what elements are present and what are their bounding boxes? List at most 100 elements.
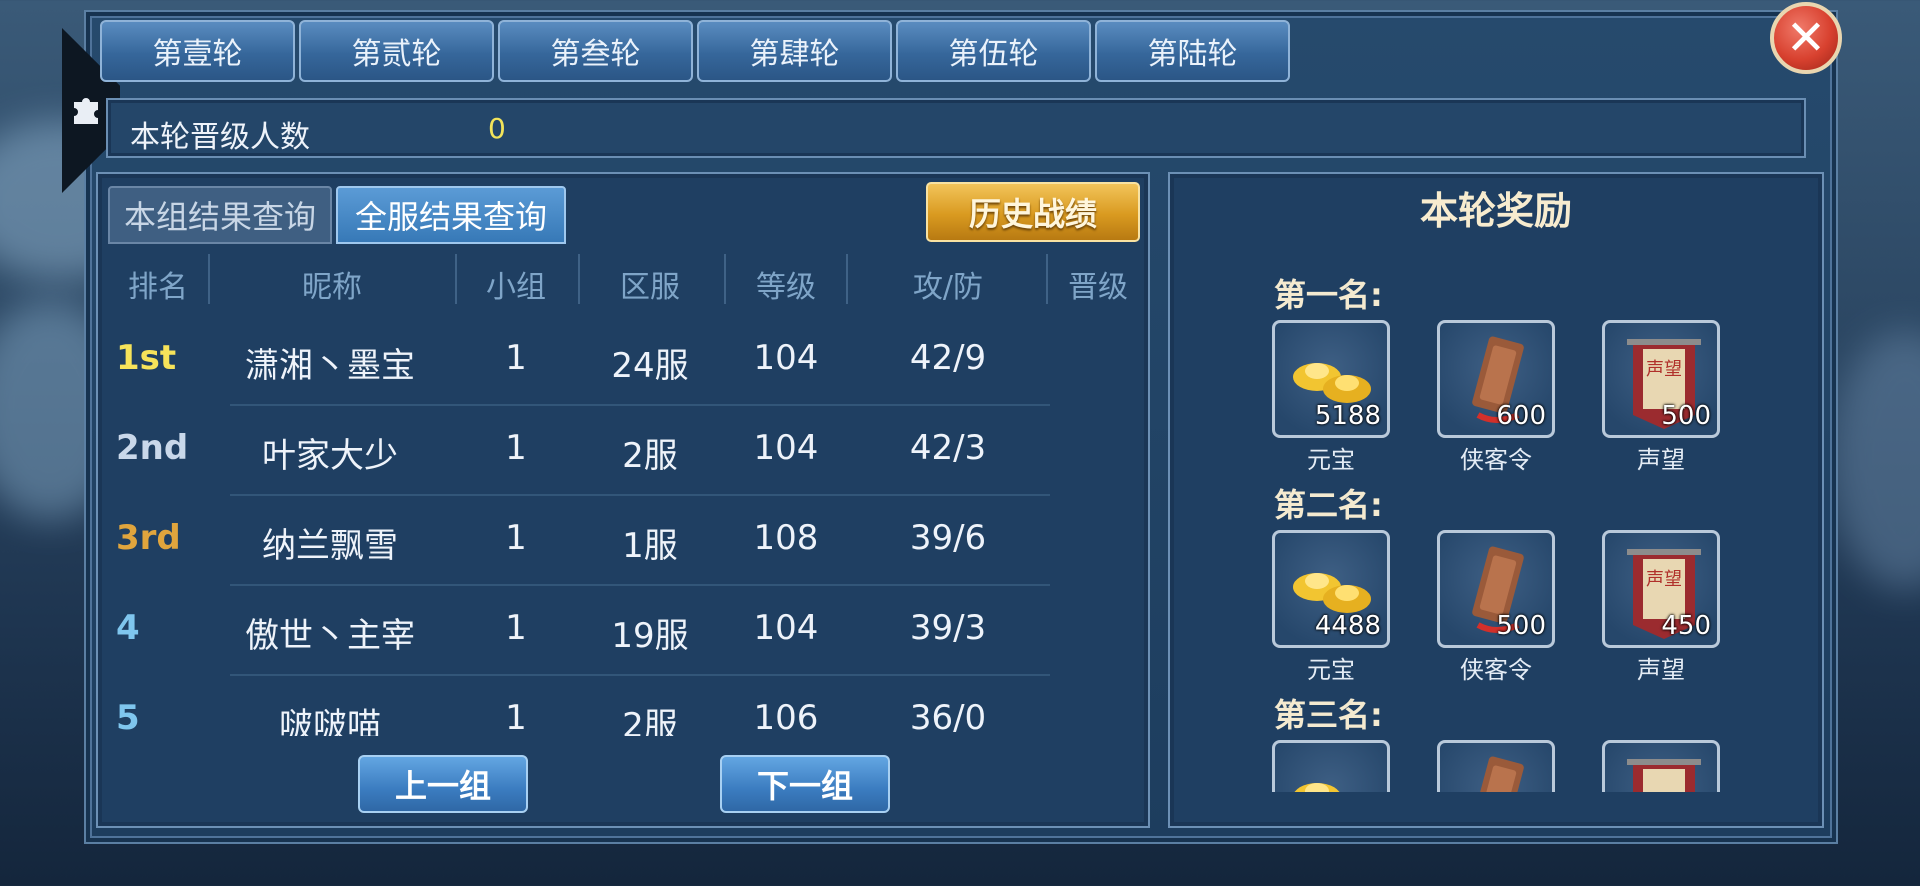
place-label: 第三名: bbox=[1274, 696, 1383, 734]
token-icon bbox=[1472, 756, 1524, 792]
banner-text: 声望 bbox=[1646, 569, 1682, 590]
rank-cell: 2nd bbox=[116, 428, 189, 468]
gold-ingot-icon bbox=[1294, 783, 1340, 792]
table-row[interactable]: 4 傲世丶主宰 1 19服 104 39/3 bbox=[100, 586, 1150, 676]
group-cell: 1 bbox=[505, 698, 527, 736]
reward-name: 声望 bbox=[1637, 446, 1685, 474]
column-header-group: 小组 bbox=[486, 270, 546, 305]
history-record-button[interactable]: 历史战绩 bbox=[926, 182, 1140, 242]
table-row[interactable]: 1st 潇湘丶墨宝 1 24服 104 42/9 bbox=[100, 316, 1150, 406]
promotion-info-bar: 本轮晋级人数 0 bbox=[106, 98, 1806, 158]
reward-name: 声望 bbox=[1637, 656, 1685, 684]
banner-text: 声望 bbox=[1646, 359, 1682, 380]
reward-quantity: 5188 bbox=[1314, 401, 1381, 431]
reward-slot: 500 bbox=[1437, 530, 1555, 648]
close-button[interactable]: ✕ bbox=[1770, 2, 1842, 74]
rewards-title: 本轮奖励 bbox=[1419, 189, 1572, 233]
atk-def-cell: 42/9 bbox=[909, 338, 987, 378]
background-cloud bbox=[1830, 330, 1920, 590]
reward-item[interactable]: 5188 元宝 bbox=[1272, 320, 1390, 475]
column-header-nickname: 昵称 bbox=[302, 270, 362, 305]
column-divider bbox=[455, 254, 457, 304]
reward-quantity: 600 bbox=[1496, 401, 1546, 431]
reward-slot: 声望 450 bbox=[1602, 530, 1720, 648]
column-header-atk-def: 攻/防 bbox=[912, 270, 984, 305]
nickname-cell: 啵啵喵 bbox=[279, 706, 381, 736]
reward-item[interactable]: 600 侠客令 bbox=[1437, 320, 1555, 475]
column-divider bbox=[208, 254, 210, 304]
reward-slot: 600 bbox=[1437, 320, 1555, 438]
round-tabs: 第壹轮 第贰轮 第叁轮 第肆轮 第伍轮 第陆轮 bbox=[100, 20, 1290, 82]
prev-group-button[interactable]: 上一组 bbox=[358, 755, 528, 813]
level-cell: 104 bbox=[753, 608, 819, 648]
nickname-cell: 纳兰飘雪 bbox=[262, 526, 398, 566]
server-cell: 2服 bbox=[622, 436, 678, 476]
nickname-cell: 叶家大少 bbox=[262, 436, 398, 476]
tab-server-results[interactable]: 全服结果查询 bbox=[336, 186, 566, 244]
reward-slot: 声望 500 bbox=[1602, 320, 1720, 438]
reward-item[interactable]: 声望 500 声望 bbox=[1602, 320, 1720, 475]
table-row[interactable]: 3rd 纳兰飘雪 1 1服 108 39/6 bbox=[100, 496, 1150, 586]
group-cell: 1 bbox=[505, 518, 527, 558]
rank-cell: 3rd bbox=[116, 518, 181, 558]
reward-item[interactable] bbox=[1272, 740, 1390, 792]
table-row[interactable]: 5 啵啵喵 1 2服 106 36/0 bbox=[100, 676, 1150, 736]
server-cell: 2服 bbox=[622, 706, 678, 736]
level-cell: 108 bbox=[753, 518, 819, 558]
reward-quantity: 500 bbox=[1496, 611, 1546, 641]
group-cell: 1 bbox=[505, 338, 527, 378]
tab-round-1[interactable]: 第壹轮 bbox=[100, 20, 295, 82]
atk-def-cell: 39/6 bbox=[909, 518, 987, 558]
rank-cell: 1st bbox=[116, 338, 177, 378]
column-divider bbox=[724, 254, 726, 304]
tab-round-3[interactable]: 第叁轮 bbox=[498, 20, 693, 82]
close-icon: ✕ bbox=[1785, 10, 1827, 66]
puzzle-icon bbox=[70, 92, 104, 126]
reward-item[interactable]: 声望 450 声望 bbox=[1602, 530, 1720, 685]
reward-slot: 4488 bbox=[1272, 530, 1390, 648]
group-cell: 1 bbox=[505, 608, 527, 648]
tab-group-results[interactable]: 本组结果查询 bbox=[108, 186, 332, 244]
level-cell: 106 bbox=[753, 698, 819, 736]
promotion-count-value: 0 bbox=[488, 112, 506, 145]
reward-name: 元宝 bbox=[1307, 446, 1355, 474]
reward-item[interactable]: 500 侠客令 bbox=[1437, 530, 1555, 685]
column-header-level: 等级 bbox=[756, 270, 816, 305]
column-divider bbox=[578, 254, 580, 304]
rank-cell: 4 bbox=[116, 608, 140, 648]
tab-round-2[interactable]: 第贰轮 bbox=[299, 20, 494, 82]
reward-item[interactable] bbox=[1437, 740, 1555, 792]
rewards-list: 第一名: 5188 元宝 600 侠客令 声望 500 声望 第二名: 4488… bbox=[1172, 258, 1820, 792]
level-cell: 104 bbox=[753, 338, 819, 378]
column-header-promote: 晋级 bbox=[1068, 270, 1128, 305]
column-divider bbox=[846, 254, 848, 304]
banner-icon bbox=[1627, 759, 1701, 792]
group-cell: 1 bbox=[505, 428, 527, 468]
server-cell: 19服 bbox=[611, 616, 689, 656]
reward-name: 元宝 bbox=[1307, 656, 1355, 684]
column-divider bbox=[1046, 254, 1048, 304]
reward-slot bbox=[1437, 740, 1555, 792]
column-header-server: 区服 bbox=[620, 270, 680, 305]
server-cell: 1服 bbox=[622, 526, 678, 566]
reward-quantity: 4488 bbox=[1314, 611, 1381, 641]
nickname-cell: 傲世丶主宰 bbox=[245, 616, 415, 656]
tab-round-6[interactable]: 第陆轮 bbox=[1095, 20, 1290, 82]
level-cell: 104 bbox=[753, 428, 819, 468]
atk-def-cell: 39/3 bbox=[909, 608, 987, 648]
tab-round-4[interactable]: 第肆轮 bbox=[697, 20, 892, 82]
results-table: 1st 潇湘丶墨宝 1 24服 104 42/9 2nd 叶家大少 1 2服 1… bbox=[100, 316, 1150, 736]
atk-def-cell: 42/3 bbox=[909, 428, 987, 468]
reward-quantity: 500 bbox=[1661, 401, 1711, 431]
server-cell: 24服 bbox=[611, 346, 689, 386]
atk-def-cell: 36/0 bbox=[909, 698, 987, 736]
tab-round-5[interactable]: 第伍轮 bbox=[896, 20, 1091, 82]
reward-slot: 5188 bbox=[1272, 320, 1390, 438]
reward-item[interactable] bbox=[1602, 740, 1720, 792]
column-header-rank: 排名 bbox=[128, 270, 188, 305]
table-row[interactable]: 2nd 叶家大少 1 2服 104 42/3 bbox=[100, 406, 1150, 496]
reward-item[interactable]: 4488 元宝 bbox=[1272, 530, 1390, 685]
reward-name: 侠客令 bbox=[1460, 446, 1532, 474]
next-group-button[interactable]: 下一组 bbox=[720, 755, 890, 813]
place-label: 第一名: bbox=[1274, 276, 1383, 314]
